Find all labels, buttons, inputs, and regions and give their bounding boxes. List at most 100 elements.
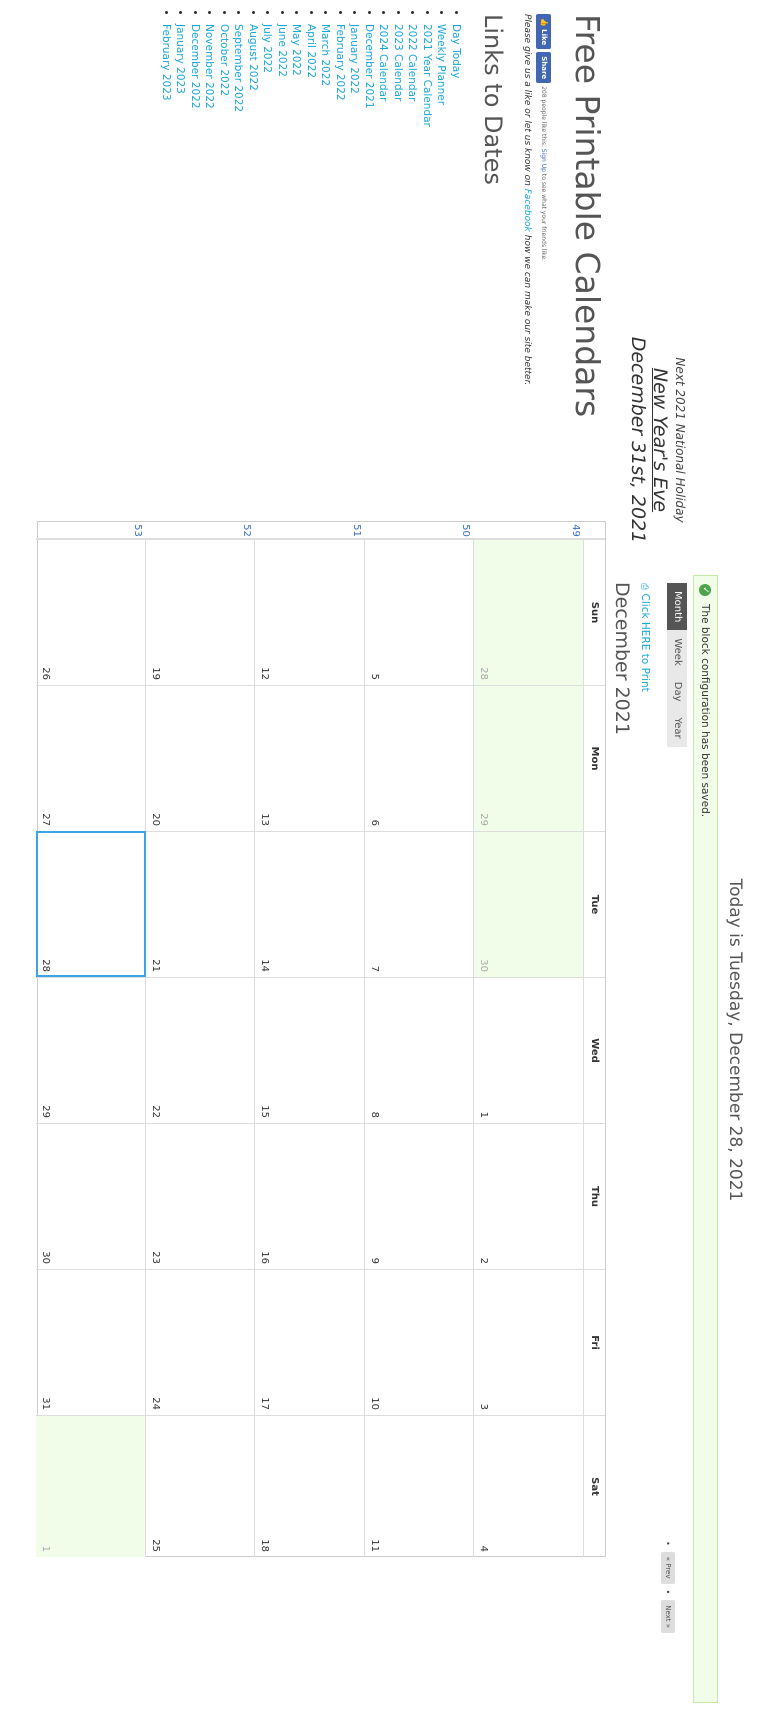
link-december-2022[interactable]: December 2022 bbox=[189, 24, 201, 109]
day-cell[interactable]: 29 bbox=[474, 685, 584, 831]
month-calendar: Sun Mon Tue Wed Thu Fri Sat 49 28 29 30 1 2 3 4… bbox=[36, 521, 606, 1557]
day-cell[interactable]: 22 bbox=[146, 977, 256, 1123]
weekday-header-tue: Tue bbox=[584, 831, 605, 977]
next-month-button[interactable]: Next » bbox=[661, 1600, 675, 1634]
day-cell[interactable]: 25 bbox=[146, 1415, 256, 1557]
day-cell[interactable]: 8 bbox=[365, 977, 475, 1123]
day-cell[interactable]: 9 bbox=[365, 1123, 475, 1269]
day-cell[interactable]: 18 bbox=[255, 1415, 365, 1557]
link-day-today[interactable]: Day Today bbox=[450, 24, 462, 78]
day-number: 21 bbox=[150, 959, 161, 972]
day-number: 10 bbox=[369, 1397, 380, 1410]
week-number[interactable]: 52 bbox=[242, 522, 256, 539]
list-item: December 2022 bbox=[188, 24, 203, 127]
link-weekly-planner[interactable]: Weekly Planner bbox=[436, 24, 448, 105]
day-cell[interactable]: 29 bbox=[36, 977, 146, 1123]
facebook-like-button[interactable]: 👍 Like bbox=[536, 14, 552, 50]
list-item: July 2022 bbox=[260, 24, 275, 127]
bullet-icon: • bbox=[663, 1589, 673, 1595]
day-cell[interactable]: 17 bbox=[255, 1269, 365, 1415]
day-cell[interactable]: 10 bbox=[365, 1269, 475, 1415]
day-cell[interactable]: 14 bbox=[255, 831, 365, 977]
link-may-2022[interactable]: May 2022 bbox=[291, 24, 303, 76]
link-march-2022[interactable]: March 2022 bbox=[320, 24, 332, 86]
link-november-2022[interactable]: November 2022 bbox=[204, 24, 216, 109]
facebook-share-button[interactable]: Share bbox=[536, 52, 552, 84]
link-july-2022[interactable]: July 2022 bbox=[262, 24, 274, 73]
week-number[interactable]: 51 bbox=[351, 522, 365, 539]
link-january-2022[interactable]: January 2022 bbox=[349, 24, 361, 94]
date-links-list: Day Today Weekly Planner 2021 Year Calen… bbox=[159, 10, 464, 127]
link-2021-year-calendar[interactable]: 2021 Year Calendar bbox=[421, 24, 433, 127]
facebook-widget: 👍 Like Share 208 people like this. Sign … bbox=[535, 14, 553, 261]
link-2024-calendar[interactable]: 2024 Calendar bbox=[378, 24, 390, 101]
week-number[interactable]: 50 bbox=[461, 522, 475, 539]
day-cell[interactable]: 4 bbox=[474, 1415, 584, 1557]
day-number: 26 bbox=[40, 667, 52, 680]
week-number-cell: 52 bbox=[146, 522, 256, 539]
day-number: 8 bbox=[369, 1111, 380, 1118]
day-cell[interactable]: 13 bbox=[255, 685, 365, 831]
day-cell[interactable]: 31 bbox=[36, 1269, 146, 1415]
day-cell[interactable]: 6 bbox=[365, 685, 475, 831]
day-cell[interactable]: 21 bbox=[146, 831, 256, 977]
day-cell[interactable]: 11 bbox=[365, 1415, 475, 1557]
day-cell[interactable]: 20 bbox=[146, 685, 256, 831]
print-link-text[interactable]: Click HERE to Print bbox=[639, 594, 651, 692]
list-item: November 2022 bbox=[202, 24, 217, 127]
link-june-2022[interactable]: June 2022 bbox=[276, 24, 288, 77]
link-august-2022[interactable]: August 2022 bbox=[247, 24, 259, 91]
day-cell[interactable]: 27 bbox=[36, 685, 146, 831]
day-cell[interactable]: 26 bbox=[36, 539, 146, 685]
link-october-2022[interactable]: October 2022 bbox=[218, 24, 230, 96]
link-december-2021[interactable]: December 2021 bbox=[363, 24, 375, 109]
day-cell[interactable]: 28 bbox=[36, 831, 146, 977]
day-cell[interactable]: 15 bbox=[255, 977, 365, 1123]
day-cell[interactable]: 28 bbox=[474, 539, 584, 685]
link-2022-calendar[interactable]: 2022 Calendar bbox=[407, 24, 419, 101]
day-number: 1 bbox=[478, 1111, 490, 1118]
link-2023-calendar[interactable]: 2023 Calendar bbox=[392, 24, 404, 101]
day-cell[interactable]: 7 bbox=[365, 831, 475, 977]
day-cell[interactable]: 16 bbox=[255, 1123, 365, 1269]
page: Next 2021 National Holiday New Year's Ev… bbox=[0, 0, 759, 1711]
week-number[interactable]: 49 bbox=[570, 522, 584, 539]
week-number[interactable]: 53 bbox=[132, 522, 146, 539]
tab-month[interactable]: Month bbox=[667, 583, 687, 631]
day-number: 29 bbox=[40, 1105, 52, 1118]
day-cell[interactable]: 1 bbox=[474, 977, 584, 1123]
prev-month-button[interactable]: « Prev bbox=[661, 1551, 675, 1584]
link-february-2022[interactable]: February 2022 bbox=[334, 24, 346, 101]
day-cell[interactable]: 2 bbox=[474, 1123, 584, 1269]
list-item: February 2023 bbox=[159, 24, 174, 127]
day-cell[interactable]: 12 bbox=[255, 539, 365, 685]
link-april-2022[interactable]: April 2022 bbox=[305, 24, 317, 78]
day-cell[interactable]: 23 bbox=[146, 1123, 256, 1269]
weekday-header-mon: Mon bbox=[584, 685, 605, 831]
link-february-2023[interactable]: February 2023 bbox=[160, 24, 172, 101]
day-number: 6 bbox=[369, 819, 380, 826]
day-cell[interactable]: 19 bbox=[146, 539, 256, 685]
day-number: 23 bbox=[150, 1251, 161, 1264]
holiday-name[interactable]: New Year's Eve bbox=[649, 250, 671, 630]
day-cell[interactable]: 1 bbox=[36, 1415, 146, 1557]
day-cell[interactable]: 3 bbox=[474, 1269, 584, 1415]
day-cell[interactable]: 24 bbox=[146, 1269, 256, 1415]
facebook-link[interactable]: Facebook bbox=[522, 189, 532, 232]
day-number: 13 bbox=[259, 813, 271, 826]
tab-week[interactable]: Week bbox=[667, 630, 687, 674]
like-label: Like bbox=[540, 29, 549, 46]
check-circle-icon: ✓ bbox=[699, 584, 712, 596]
day-number: 31 bbox=[40, 1397, 52, 1410]
tab-day[interactable]: Day bbox=[667, 673, 687, 710]
tab-year[interactable]: Year bbox=[667, 709, 687, 747]
week-number-cell: 53 bbox=[36, 522, 146, 539]
day-number: 17 bbox=[259, 1397, 271, 1410]
day-cell[interactable]: 5 bbox=[365, 539, 475, 685]
link-january-2023[interactable]: January 2023 bbox=[175, 24, 187, 94]
day-cell[interactable]: 30 bbox=[36, 1123, 146, 1269]
link-september-2022[interactable]: September 2022 bbox=[233, 24, 245, 112]
print-link[interactable]: ⎙ Click HERE to Print bbox=[639, 583, 651, 692]
day-cell[interactable]: 30 bbox=[474, 831, 584, 977]
facebook-signup-link[interactable]: Sign Up bbox=[541, 149, 548, 172]
